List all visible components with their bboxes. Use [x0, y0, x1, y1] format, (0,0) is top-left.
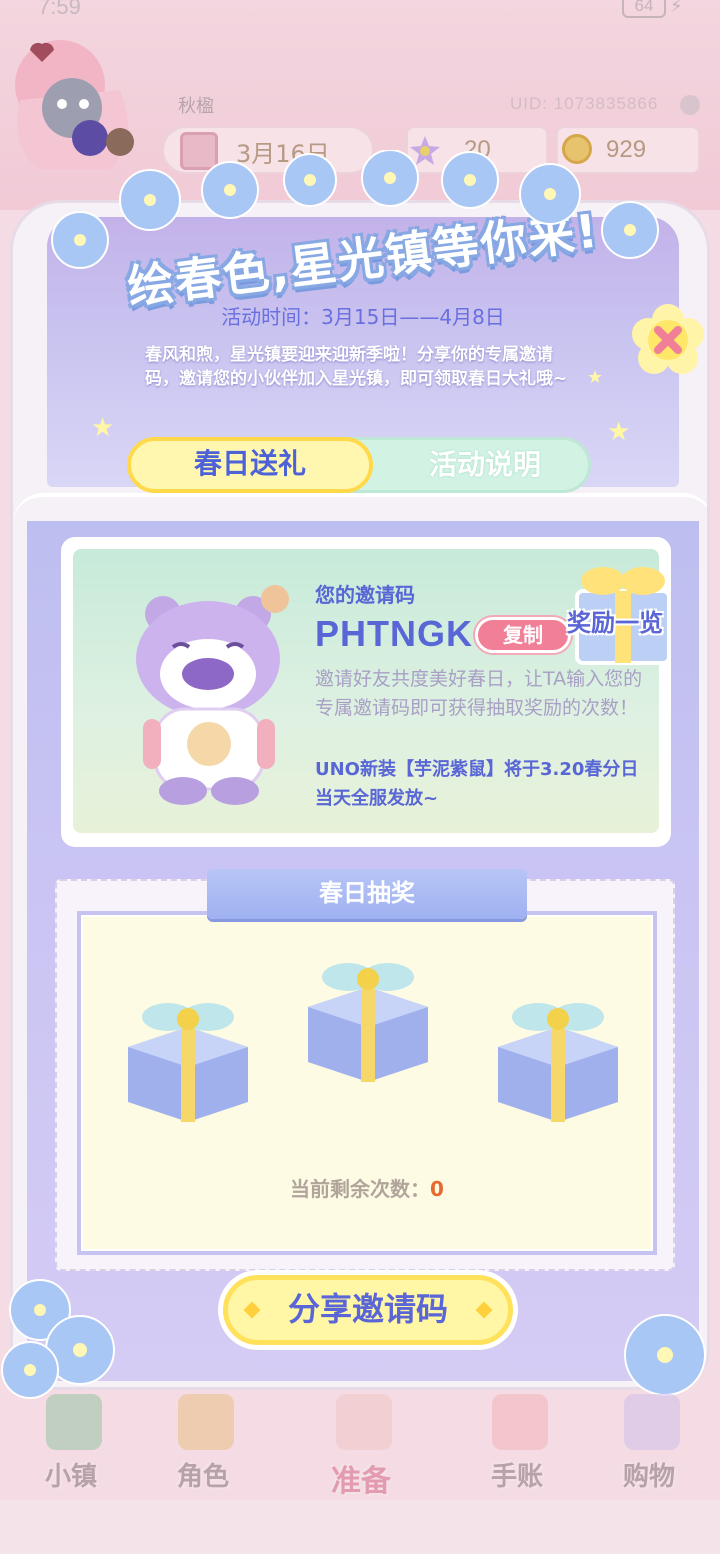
nav-character-label: 角色	[176, 1462, 229, 1492]
remaining-count: 0	[430, 1177, 444, 1201]
uid-copy-icon[interactable]	[680, 95, 700, 115]
diamond-icon	[475, 1301, 493, 1319]
nav-character[interactable]: 角色	[158, 1390, 248, 1500]
invite-reward-note: UNO新装【芋泥紫鼠】将于3.20春分日当天全服发放~	[315, 759, 639, 809]
nav-shop-label: 购物	[622, 1462, 675, 1492]
tab-bar: 春日送礼 活动说明	[127, 437, 591, 493]
content-area: 您的邀请码 PHTNGK 复制 邀请好友共度美好春日，让TA输入您的专属邀请码即…	[27, 521, 699, 1381]
share-invite-code-button[interactable]: 分享邀请码	[223, 1275, 513, 1345]
gift-box-icon[interactable]	[293, 937, 443, 1087]
remaining-label: 当前剩余次数：	[290, 1177, 431, 1201]
reward-list-button[interactable]: 奖励一览	[555, 603, 675, 638]
event-time: 活动时间：3月15日——4月8日	[221, 305, 505, 329]
player-name: 秋楹	[178, 96, 214, 117]
battery-icon: 64	[622, 0, 666, 18]
nav-prepare-label: 准备	[331, 1464, 391, 1499]
star-decoration-icon: ★	[91, 413, 115, 443]
player-uid: UID: 1073835866	[510, 94, 659, 113]
blue-flower-garland-icon	[51, 150, 659, 269]
tab-event-info[interactable]: 活动说明	[380, 440, 590, 490]
status-time: 7:59	[38, 0, 81, 19]
gift-box-icon[interactable]	[483, 977, 633, 1127]
star-decoration-icon: ★	[607, 417, 631, 447]
charging-icon: ⚡	[670, 0, 683, 17]
gift-box-icon[interactable]	[113, 977, 263, 1127]
prepare-icon	[336, 1394, 392, 1450]
nav-shop[interactable]: 购物	[604, 1390, 694, 1500]
star-decoration-icon: ★	[587, 367, 604, 388]
spring-lottery: 春日抽奖 当前剩余次数：0	[55, 869, 677, 1271]
nav-journal[interactable]: 手账	[472, 1390, 562, 1500]
diamond-icon	[243, 1301, 261, 1319]
character-icon	[178, 1394, 234, 1450]
journal-icon	[492, 1394, 548, 1450]
nav-prepare[interactable]: 准备	[316, 1390, 406, 1500]
invite-code-label: 您的邀请码	[315, 583, 415, 607]
town-icon	[46, 1394, 102, 1450]
frame-arch	[13, 493, 707, 523]
share-button-label: 分享邀请码	[287, 1290, 448, 1328]
bottom-strip	[0, 1500, 720, 1554]
nav-journal-label: 手账	[490, 1462, 543, 1492]
shop-bag-icon	[624, 1394, 680, 1450]
close-icon[interactable]	[630, 300, 706, 376]
lottery-title: 春日抽奖	[207, 869, 527, 919]
invite-description: 邀请好友共度美好春日，让TA输入您的专属邀请码即可获得抽取奖励的次数！	[315, 668, 643, 719]
blue-flower-icon	[1, 1279, 115, 1399]
nav-town-label: 小镇	[44, 1462, 97, 1492]
status-bar: 7:59 64 ⚡	[0, 0, 720, 30]
invite-code: PHTNGK	[315, 613, 473, 654]
event-intro: 春风和煦，星光镇要迎来迎新季啦！分享你的专属邀请码，邀请您的小伙伴加入星光镇，即…	[145, 345, 568, 389]
event-modal: ★ ★ ★ 绘春色,星光镇等你来! 活动时间：3月15日——4月8日 春风和煦，…	[10, 200, 710, 1390]
bottom-navigation: 小镇 角色 准备 手账 购物	[0, 1390, 720, 1500]
tab-spring-gift[interactable]: 春日送礼	[127, 437, 373, 493]
remaining-draws: 当前剩余次数：0	[57, 1173, 677, 1202]
purple-hamster-mascot	[136, 585, 289, 805]
nav-town[interactable]: 小镇	[26, 1390, 116, 1500]
